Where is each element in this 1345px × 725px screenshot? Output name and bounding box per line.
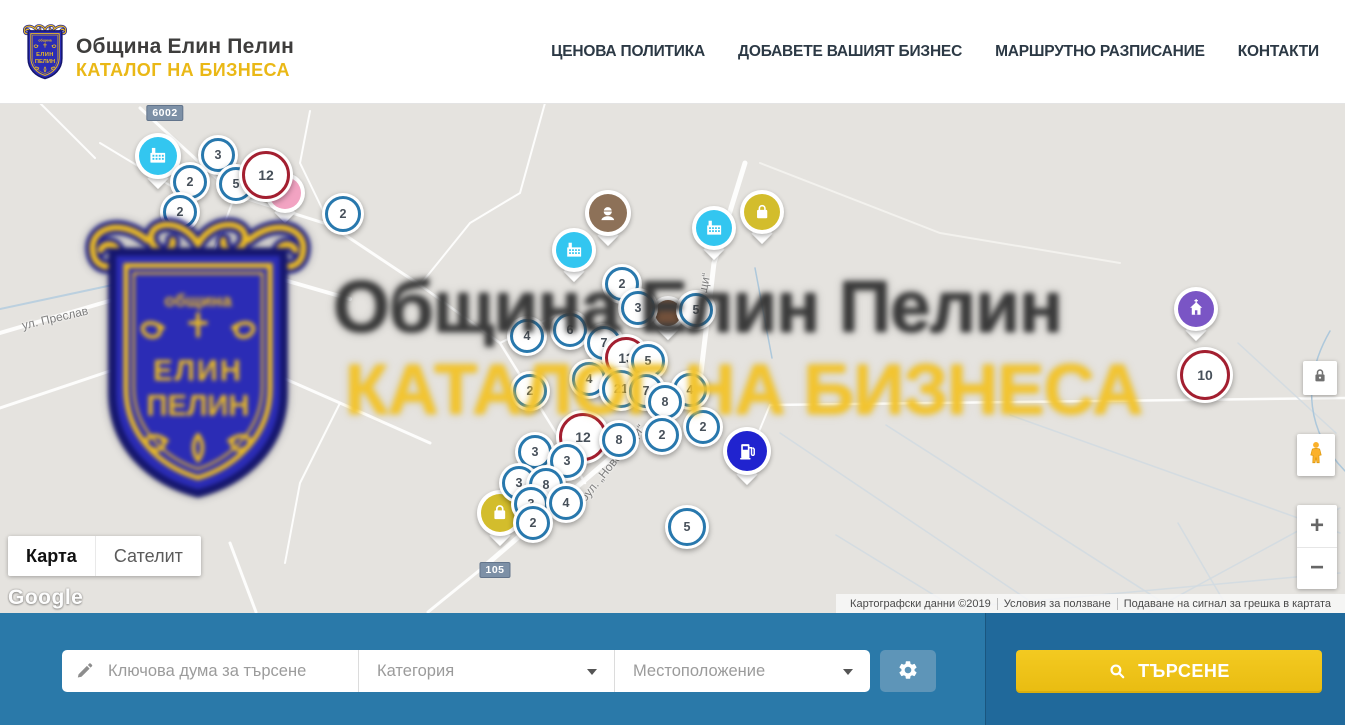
map-cluster-marker[interactable]: 12 [239,148,293,202]
location-dropdown[interactable]: Местоположение [614,650,870,692]
map-attribution: Картографски данни ©2019Условия за ползв… [836,594,1345,613]
main-nav: ЦЕНОВА ПОЛИТИКА ДОБАВЕТЕ ВАШИЯТ БИЗНЕС МАР… [551,0,1319,103]
search-input-group: Категория Местоположение [62,650,870,692]
keyword-section [62,650,358,692]
site-title-block: Община Елин Пелин КАТАЛОГ НА БИЗНЕСА [76,36,294,79]
attribution-link[interactable]: Подаване на сигнал за грешка в картата [1117,598,1337,610]
category-dropdown-label: Категория [377,662,454,681]
site-title: Община Елин Пелин [76,36,294,57]
location-dropdown-label: Местоположение [633,662,765,681]
map-pin-factory[interactable] [692,206,736,250]
site-subtitle: КАТАЛОГ НА БИЗНЕСА [76,61,294,79]
road-badge: 6002 [146,105,183,121]
map-pin-church[interactable] [1174,287,1218,331]
lock-button[interactable] [1303,361,1337,395]
map-cluster-marker[interactable]: 2 [510,371,550,411]
map-pin-fuel[interactable] [723,427,771,475]
map-cluster-marker[interactable]: 2 [322,193,364,235]
svg-text:община: община [38,39,51,43]
zoom-in-button[interactable]: + [1297,505,1337,548]
gear-icon [897,659,919,684]
search-bar: Категория Местоположение ТЪРСЕНЕ [0,613,1345,725]
map-type-control: Карта Сателит [8,536,201,576]
map-cluster-marker[interactable]: 2 [513,503,553,543]
category-dropdown[interactable]: Категория [358,650,614,692]
map-canvas[interactable]: ул. Преславбул. „Новоселци“лищи“6002105 … [0,103,1345,613]
map-cluster-marker[interactable]: 10 [1177,347,1233,403]
map-pin-worker[interactable] [585,190,631,236]
svg-text:ПЕЛИН: ПЕЛИН [35,59,55,65]
zoom-control: + − [1297,505,1337,589]
municipality-logo[interactable]: община ЕЛИНПЕЛИН [22,23,68,81]
nav-item-3[interactable]: МАРШРУТНО РАЗПИСАНИЕ [995,43,1205,61]
search-submit-button[interactable]: ТЪРСЕНЕ [1016,650,1322,693]
search-button-label: ТЪРСЕНЕ [1138,661,1230,682]
street-view-pegman-button[interactable] [1297,434,1335,476]
google-logo[interactable]: Google [8,586,83,610]
map-cluster-marker[interactable]: 2 [160,192,200,232]
map-cluster-marker[interactable]: 3 [618,288,658,328]
map-cluster-marker[interactable]: 2 [683,407,723,447]
chevron-down-icon [587,669,597,675]
map-cluster-marker[interactable]: 8 [599,420,639,460]
keyword-search-input[interactable] [62,650,358,692]
road-badge: 105 [479,562,510,578]
map-cluster-marker[interactable]: 4 [507,316,547,356]
map-cluster-marker[interactable]: 2 [642,415,682,455]
advanced-settings-button[interactable] [880,650,936,692]
map-data-copyright: Картографски данни ©2019 [844,598,997,610]
attribution-link[interactable]: Условия за ползване [997,598,1117,610]
map-cluster-marker[interactable]: 5 [676,290,716,330]
search-icon [1108,662,1127,681]
pegman-icon [1303,438,1329,473]
map-type-satellite-button[interactable]: Сателит [95,536,201,576]
chevron-down-icon [843,669,853,675]
page: ул. Преславбул. „Новоселци“лищи“6002105 … [0,0,1345,725]
header: община ЕЛИНПЕЛИН Община Елин Пелин КАТАЛО… [0,0,1345,104]
pencil-icon [76,661,95,680]
svg-text:ЕЛИН: ЕЛИН [36,52,54,58]
nav-item-1[interactable]: ЦЕНОВА ПОЛИТИКА [551,43,705,61]
map-type-map-button[interactable]: Карта [8,536,95,576]
nav-item-2[interactable]: ДОБАВЕТЕ ВАШИЯТ БИЗНЕС [738,43,962,61]
padlock-icon [1310,366,1330,391]
zoom-out-button[interactable]: − [1297,548,1337,590]
map-pin-bag[interactable] [740,190,784,234]
map-cluster-marker[interactable]: 5 [665,505,709,549]
nav-item-4[interactable]: КОНТАКТИ [1238,43,1319,61]
